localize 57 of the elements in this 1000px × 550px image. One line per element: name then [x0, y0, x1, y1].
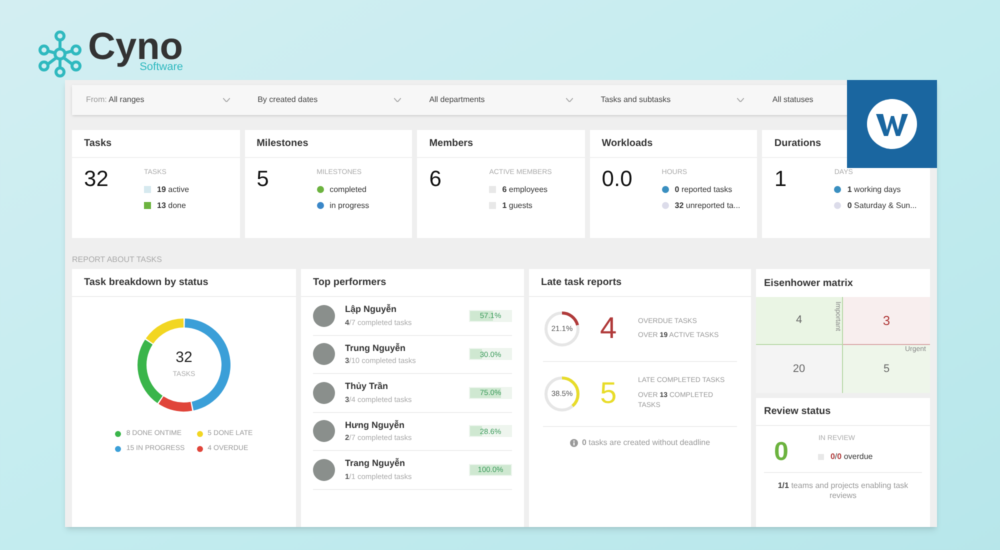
card-title: Late task reports — [529, 269, 751, 297]
info-icon — [570, 439, 578, 447]
stat-value: 0.0 — [602, 168, 634, 193]
filter-dropdown[interactable]: Tasks and subtasks — [586, 85, 758, 115]
stat-item-text: 13 done — [157, 200, 186, 212]
stat-item-text: 19 active — [157, 184, 190, 196]
card-title: Members — [417, 130, 585, 158]
card-title: Top performers — [301, 269, 524, 297]
chevron-down-icon — [737, 98, 744, 102]
filter-dropdown[interactable]: All departments — [415, 85, 587, 115]
stat-value: 5 — [256, 168, 270, 193]
late-count: 4 — [600, 314, 618, 344]
matrix-cell: 20 — [756, 345, 843, 393]
avatar-placeholder — [313, 382, 335, 404]
overdue-text: 0/0 overdue — [830, 450, 873, 462]
review-footer: 1/1 teams and projects enabling task reviews — [756, 481, 930, 501]
card-title: Workloads — [590, 130, 758, 158]
molecule-logo-icon — [36, 30, 84, 78]
avatar-placeholder — [313, 343, 335, 366]
performer-name: Trung Nguyễn — [345, 342, 406, 355]
donut-total: 32 — [176, 348, 192, 368]
filter-dropdown[interactable]: By created dates — [244, 85, 416, 115]
avatar-placeholder — [313, 458, 335, 481]
performer-name: Trang Nguyễn — [345, 457, 406, 470]
chevron-down-icon — [222, 98, 230, 102]
late-count: 5 — [600, 379, 618, 409]
card-title: Milestones — [244, 130, 412, 158]
performer-name: Hưng Nguyễn — [345, 418, 406, 432]
stat-item-text: 1 guests — [502, 200, 532, 212]
stat-value: 32 — [84, 168, 110, 193]
stat-item-text: 1 working days — [847, 184, 901, 196]
stat-item-text: in progress — [330, 200, 370, 212]
performer-name: Lập Nguyễn — [345, 303, 398, 316]
section-label: REPORT ABOUT TASKS — [72, 254, 163, 264]
card-title: Review status — [756, 398, 930, 426]
card-title: Eisenhower matrix — [763, 276, 854, 290]
stat-value: 6 — [429, 168, 442, 193]
stat-item-text: 0 reported tasks — [674, 184, 732, 196]
performer-name: Thủy Trần — [345, 380, 390, 394]
chevron-down-icon — [394, 98, 402, 102]
w-logo-icon — [867, 99, 917, 149]
stat-item-text: completed — [330, 184, 367, 196]
deadline-note: 0 tasks are created without deadline — [582, 437, 710, 449]
card-title: Tasks — [72, 130, 240, 158]
matrix-cell: 3 — [843, 297, 930, 345]
avatar-placeholder — [313, 304, 335, 327]
card-title: Task breakdown by status — [72, 269, 296, 297]
ring-gauge — [544, 311, 580, 347]
stat-item-text: 0 Saturday & Sun... — [847, 200, 917, 212]
stat-value: 1 — [774, 168, 788, 193]
avatar-placeholder — [313, 420, 335, 442]
filter-dropdown[interactable]: From: All ranges — [72, 85, 244, 115]
stat-item-text: 6 employees — [502, 184, 548, 196]
review-count: 0 — [774, 438, 788, 464]
ring-gauge — [544, 376, 580, 412]
chevron-down-icon — [566, 98, 573, 102]
stat-item-text: 32 unreported ta... — [674, 200, 740, 212]
